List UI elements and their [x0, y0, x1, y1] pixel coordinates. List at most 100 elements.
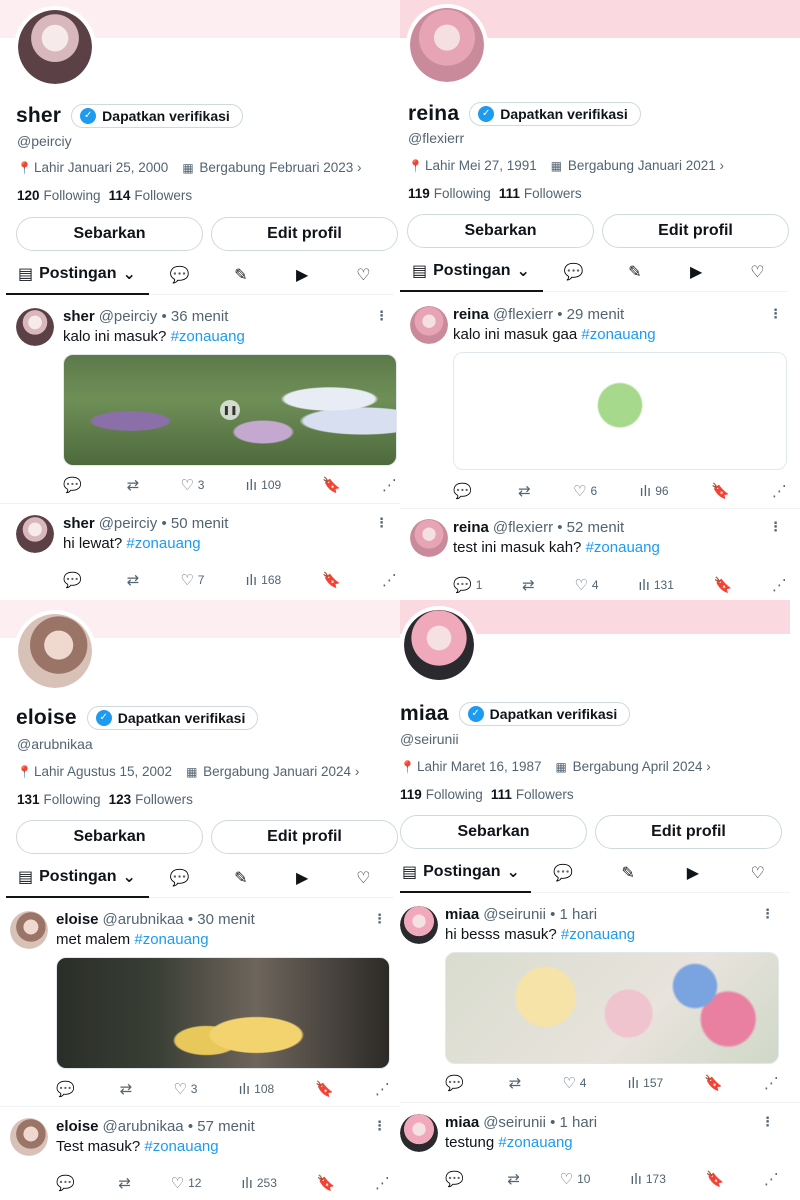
like-button[interactable]: ♡ 3	[180, 476, 204, 494]
get-verified-button[interactable]: ✓ Dapatkan verifikasi	[469, 102, 641, 126]
more-options-icon[interactable]: ⋮	[769, 306, 782, 322]
post[interactable]: miaa @seirunii • 1 hari ⋮ testung #zonaua…	[400, 1114, 788, 1196]
joined-link[interactable]: ▦ Bergabung April 2024 ›	[556, 759, 711, 774]
bookmark-button[interactable]: 🔖	[315, 1080, 334, 1098]
reply-button[interactable]: 💬	[56, 1174, 79, 1192]
tab-media-icon[interactable]: ▶	[272, 868, 333, 888]
retweet-button[interactable]: ⇄	[518, 482, 531, 500]
more-options-icon[interactable]: ⋮	[373, 911, 386, 927]
get-verified-button[interactable]: ✓ Dapatkan verifikasi	[458, 702, 631, 726]
retweet-button[interactable]: ⇄	[127, 476, 140, 494]
more-options-icon[interactable]: ⋮	[761, 1114, 774, 1130]
get-verified-button[interactable]: ✓ Dapatkan verifikasi	[86, 706, 259, 730]
share-profile-button[interactable]: Sebarkan	[16, 820, 203, 854]
views-button[interactable]: ılı 157	[628, 1075, 664, 1092]
share-button[interactable]: ⋰	[764, 1170, 779, 1188]
post-handle[interactable]: @flexierr	[493, 519, 553, 536]
hashtag-link[interactable]: #zonauang	[171, 328, 245, 345]
share-profile-button[interactable]: Sebarkan	[400, 815, 587, 849]
tab-highlights-icon[interactable]: ✎	[604, 262, 665, 282]
post-author[interactable]: reina	[453, 519, 489, 536]
hashtag-link[interactable]: #zonauang	[586, 539, 660, 556]
post-handle[interactable]: @seirunii	[483, 906, 546, 923]
followers-link[interactable]: 123 Followers	[109, 792, 193, 807]
joined-link[interactable]: ▦ Bergabung Februari 2023 ›	[182, 160, 361, 175]
joined-link[interactable]: ▦ Bergabung Januari 2024 ›	[186, 764, 359, 779]
like-button[interactable]: ♡ 3	[173, 1080, 197, 1098]
retweet-button[interactable]: ⇄	[522, 576, 535, 594]
share-button[interactable]: ⋰	[772, 576, 787, 594]
reply-button[interactable]: 💬	[63, 476, 86, 494]
post-handle[interactable]: @flexierr	[493, 306, 553, 323]
like-button[interactable]: ♡ 4	[562, 1074, 586, 1092]
like-button[interactable]: ♡ 12	[171, 1174, 202, 1192]
share-button[interactable]: ⋰	[772, 482, 787, 500]
post-author[interactable]: miaa	[445, 906, 479, 923]
share-button[interactable]: ⋰	[375, 1080, 390, 1098]
hashtag-link[interactable]: #zonauang	[144, 1138, 218, 1155]
more-options-icon[interactable]: ⋮	[375, 308, 388, 324]
tab-highlights-icon[interactable]: ✎	[596, 863, 661, 883]
post-media-image[interactable]	[56, 957, 390, 1069]
edit-profile-button[interactable]: Edit profil	[211, 820, 398, 854]
tab-posts[interactable]: ▤ Postingan ⌄	[6, 255, 149, 295]
post[interactable]: reina @flexierr • 29 menit ⋮ kalo ini mas…	[400, 306, 788, 501]
post-handle[interactable]: @seirunii	[483, 1114, 546, 1131]
tab-posts[interactable]: ▤ Postingan ⌄	[400, 252, 543, 292]
post[interactable]: sher @peirciy • 36 menit ⋮ kalo ini masuk…	[6, 308, 397, 498]
tab-replies-icon[interactable]: 💬	[149, 868, 210, 888]
share-profile-button[interactable]: Sebarkan	[407, 214, 594, 248]
hashtag-link[interactable]: #zonauang	[126, 535, 200, 552]
reply-button[interactable]: 💬	[453, 482, 476, 500]
tab-media-icon[interactable]: ▶	[661, 863, 726, 883]
followers-link[interactable]: 111 Followers	[491, 787, 574, 802]
views-button[interactable]: ılı 109	[246, 477, 282, 494]
post-media-image[interactable]	[453, 352, 787, 470]
post-media-image[interactable]	[445, 952, 779, 1064]
bookmark-button[interactable]: 🔖	[706, 1170, 725, 1188]
post-handle[interactable]: @peirciy	[99, 308, 158, 325]
views-button[interactable]: ılı 131	[638, 577, 674, 594]
edit-profile-button[interactable]: Edit profil	[602, 214, 789, 248]
share-button[interactable]: ⋰	[764, 1074, 779, 1092]
bookmark-button[interactable]: 🔖	[704, 1074, 723, 1092]
post-author[interactable]: eloise	[56, 911, 99, 928]
post-avatar[interactable]	[10, 911, 48, 949]
views-button[interactable]: ılı 108	[239, 1081, 275, 1098]
tab-media-icon[interactable]: ▶	[666, 262, 727, 282]
followers-link[interactable]: 111 Followers	[499, 186, 582, 201]
following-link[interactable]: 119 Following	[408, 186, 491, 201]
retweet-button[interactable]: ⇄	[509, 1074, 522, 1092]
hashtag-link[interactable]: #zonauang	[498, 1134, 572, 1151]
hashtag-link[interactable]: #zonauang	[581, 326, 655, 343]
share-profile-button[interactable]: Sebarkan	[16, 217, 203, 251]
retweet-button[interactable]: ⇄	[127, 571, 140, 589]
following-link[interactable]: 119 Following	[400, 787, 483, 802]
edit-profile-button[interactable]: Edit profil	[211, 217, 398, 251]
post-avatar[interactable]	[16, 308, 54, 346]
hashtag-link[interactable]: #zonauang	[561, 926, 635, 943]
post[interactable]: reina @flexierr • 52 menit ⋮ test ini mas…	[400, 519, 788, 597]
profile-avatar[interactable]	[400, 606, 478, 684]
post-handle[interactable]: @peirciy	[99, 515, 158, 532]
post[interactable]: eloise @arubnikaa • 57 menit ⋮ Test masuk…	[4, 1118, 392, 1198]
edit-profile-button[interactable]: Edit profil	[595, 815, 782, 849]
reply-button[interactable]: 💬	[56, 1080, 79, 1098]
tab-likes-icon[interactable]: ♡	[333, 868, 394, 888]
bookmark-button[interactable]: 🔖	[322, 571, 341, 589]
tab-likes-icon[interactable]: ♡	[727, 262, 788, 282]
more-options-icon[interactable]: ⋮	[769, 519, 782, 535]
post-avatar[interactable]	[400, 1114, 438, 1152]
more-options-icon[interactable]: ⋮	[375, 515, 388, 531]
bookmark-button[interactable]: 🔖	[711, 482, 730, 500]
bookmark-button[interactable]: 🔖	[322, 476, 341, 494]
tab-highlights-icon[interactable]: ✎	[210, 868, 271, 888]
tab-likes-icon[interactable]: ♡	[725, 863, 790, 883]
joined-link[interactable]: ▦ Bergabung Januari 2021 ›	[551, 158, 724, 173]
retweet-button[interactable]: ⇄	[507, 1170, 520, 1188]
bookmark-button[interactable]: 🔖	[317, 1174, 336, 1192]
tab-replies-icon[interactable]: 💬	[543, 262, 604, 282]
post-handle[interactable]: @arubnikaa	[103, 911, 184, 928]
views-button[interactable]: ılı 96	[640, 483, 669, 500]
like-button[interactable]: ♡ 10	[560, 1170, 591, 1188]
